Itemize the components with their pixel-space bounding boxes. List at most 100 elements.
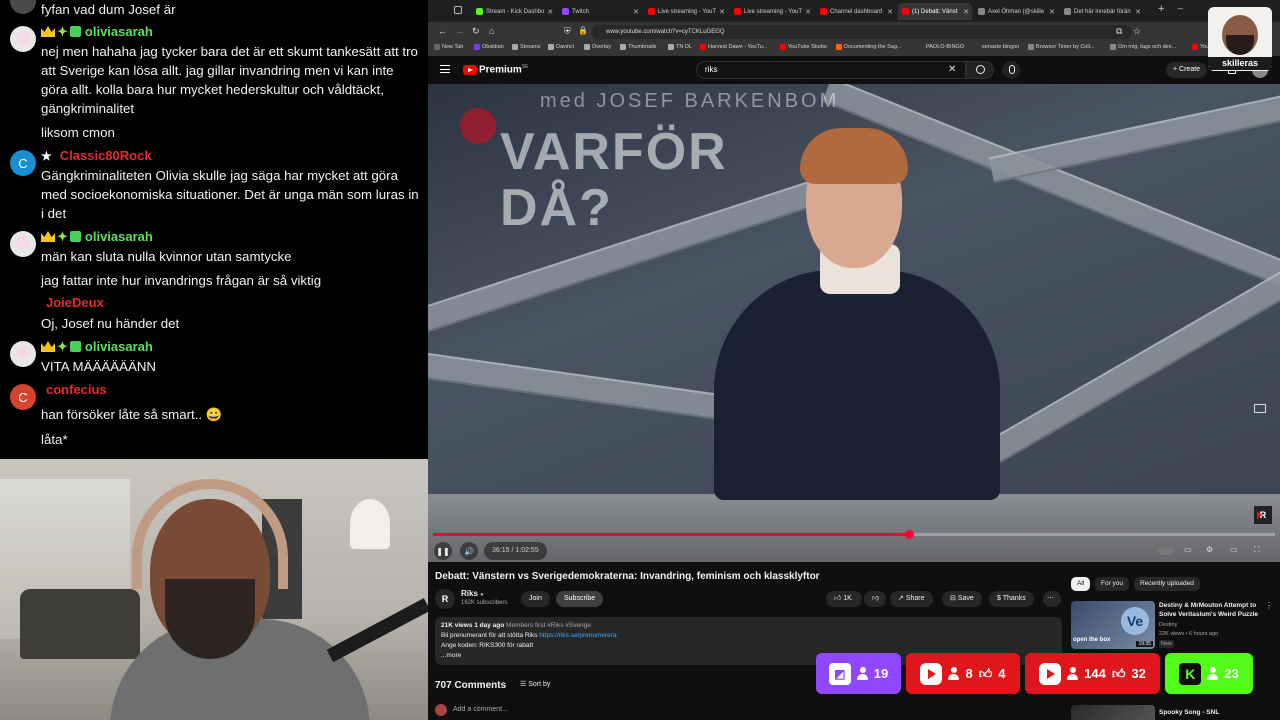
channel-avatar[interactable]: R [435,589,455,609]
close-icon[interactable]: ✕ [1135,8,1144,16]
close-icon[interactable]: ✕ [547,8,556,16]
shield-icon[interactable]: ⛨ [564,26,571,37]
extension-icon[interactable]: ⧉ [1116,26,1122,37]
new-tab-icon[interactable]: + [1158,3,1164,15]
browser-tab[interactable]: Stream - Kick Dashbo ✕ [472,3,556,20]
like-button[interactable]: 👍︎ 1K [826,591,862,607]
browser-tab[interactable]: Det här innebär förän ✕ [1060,3,1144,20]
twitch-icon [562,8,569,15]
save-button[interactable]: ⊟ Save [942,591,982,607]
bookmark-item[interactable]: Overlay [584,44,611,50]
home-icon[interactable]: ⌂ [489,26,494,36]
pause-button[interactable]: ❚❚ [434,542,452,560]
fullscreen-icon[interactable]: ⛶ [1254,545,1260,555]
browser-tab-active[interactable]: (1) Debatt: Vänst ✕ [898,3,972,20]
more-actions-button[interactable]: ⋯ [1043,591,1061,607]
youtube-logo-icon[interactable] [463,65,477,75]
recommended-title[interactable]: Spooky Song - SNL [1159,708,1263,717]
thumbs-down-icon: 👎︎ [872,595,880,602]
forward-icon[interactable]: → [455,26,464,36]
bookmark-item[interactable]: New Tab [434,44,463,50]
chip-all[interactable]: All [1071,577,1091,591]
search-input[interactable]: riks [696,61,966,79]
bookmark-item[interactable]: Thumbnails [620,44,656,50]
sort-by-button[interactable]: ☰ Sort by [520,680,550,688]
tab-title: Live streaming - YouT [744,8,803,15]
add-comment-input[interactable]: Add a comment... [453,706,508,713]
url-field[interactable]: www.youtube.com/watch?v=cyTCKLuGEGQ [592,25,1132,39]
video-progress-knob[interactable] [904,530,914,539]
share-icon: ↗ [898,595,904,602]
bookmark-item[interactable]: PAOLO-BINGO [926,44,964,50]
subtitles-icon[interactable]: ▭ [1184,545,1192,554]
chat-username: JoieDeux [46,295,104,310]
share-button[interactable]: ↗ Share [890,591,933,607]
close-icon[interactable]: ✕ [963,8,972,16]
browser-tab[interactable]: Channel dashboard ✕ [816,3,896,20]
thanks-button[interactable]: $ Thanks [989,591,1034,607]
close-icon[interactable]: ✕ [719,8,728,16]
hamburger-menu-icon[interactable] [440,65,450,73]
create-button[interactable]: + Create [1166,62,1208,78]
spark-badge-icon: ✦ [57,339,68,354]
close-icon[interactable]: ✕ [805,8,814,16]
chip-for-you[interactable]: For you [1095,577,1130,591]
recommended-meta: 22K views • 6 hours ago [1159,631,1219,637]
more-options-icon[interactable]: ⋮ [1265,601,1273,610]
bookmark-item[interactable]: Obsidian [474,44,504,50]
description-link[interactable]: https://riks.se/prenumerera [539,632,616,639]
bookmark-item[interactable]: Davinci [548,44,574,50]
bookmark-item[interactable]: Harvest Dawn - YouTu... [700,44,767,50]
lock-icon[interactable]: 🔒 [578,26,588,35]
recommended-title[interactable]: Destiny & MrMouton Attempt to Solve Veri… [1159,601,1263,619]
spark-badge-icon: ✦ [57,24,68,39]
video-title: Debatt: Vänstern vs Sverigedemokraterna:… [435,571,820,582]
recommended-video[interactable]: Spooky Song - SNL [1071,705,1271,720]
chat-avatar [10,0,36,14]
video-player[interactable]: med JOSEF BARKENBOM VARFÖR DÅ? R ❚❚ 🔊 36… [428,84,1280,562]
settings-icon[interactable]: ⚙ [1206,545,1213,554]
subscribe-button[interactable]: Subscribe [556,591,604,607]
chat-username-text: Classic80Rock [59,148,152,163]
back-icon[interactable]: ← [438,26,447,36]
bookmark-item[interactable]: Streams [512,44,540,50]
browser-tab[interactable]: Twitch ✕ [558,3,642,20]
chat-avatar [10,231,36,257]
recommended-thumbnail[interactable] [1071,705,1155,720]
browser-tab[interactable]: Live streaming - YouT ✕ [730,3,814,20]
voice-search-button[interactable] [1002,61,1020,79]
bookmark-star-icon[interactable]: ☆ [1133,26,1141,37]
close-icon[interactable]: ✕ [1049,8,1058,16]
video-progress-bar[interactable] [433,530,1275,539]
tab-title: Det här innebär förän [1074,8,1131,15]
theater-mode-icon[interactable]: ▭ [1230,545,1238,554]
bookmark-item[interactable]: Browser Timer by Coll... [1028,44,1094,50]
volume-button[interactable]: 🔊 [460,542,478,560]
fullscreen-overlay-icon[interactable] [1254,404,1266,413]
youtube-premium-label[interactable]: PremiumSE [479,64,528,75]
close-icon[interactable]: ✕ [633,8,642,16]
browser-tab[interactable]: Axel Öhman (@skille ✕ [974,3,1058,20]
sort-by-label: Sort by [528,681,551,688]
recommended-video[interactable]: Ve open the box 19:35 Destiny & MrMouton… [1071,601,1273,653]
bookmark-item[interactable]: You [1192,44,1209,50]
browser-tab[interactable]: Live streaming - YouT ✕ [644,3,728,20]
clear-search-icon[interactable]: ✕ [948,64,956,75]
bookmark-item[interactable]: Om mig, tags och des... [1110,44,1176,50]
bookmark-item[interactable]: YouTube Studio [780,44,827,50]
chip-recently-uploaded[interactable]: Recently uploaded [1134,577,1200,591]
bookmark-item[interactable]: senaste bingon [982,44,1019,50]
reload-icon[interactable]: ↻ [472,26,480,37]
tab-actions-icon[interactable] [454,6,462,14]
channel-name[interactable]: Riks ● [461,589,484,598]
bookmark-item[interactable]: TN DL [668,44,692,50]
close-icon[interactable]: ✕ [887,8,896,16]
bookmark-item[interactable]: Documenting the Sag... [836,44,901,50]
minimize-icon[interactable]: – [1178,3,1183,13]
autoplay-toggle[interactable] [1158,547,1174,555]
new-badge: New [1159,640,1175,648]
dislike-button[interactable]: 👎︎ [864,591,886,607]
search-button[interactable] [966,61,994,79]
join-button[interactable]: Join [521,591,550,607]
recommended-thumbnail[interactable]: Ve open the box 19:35 [1071,601,1155,649]
